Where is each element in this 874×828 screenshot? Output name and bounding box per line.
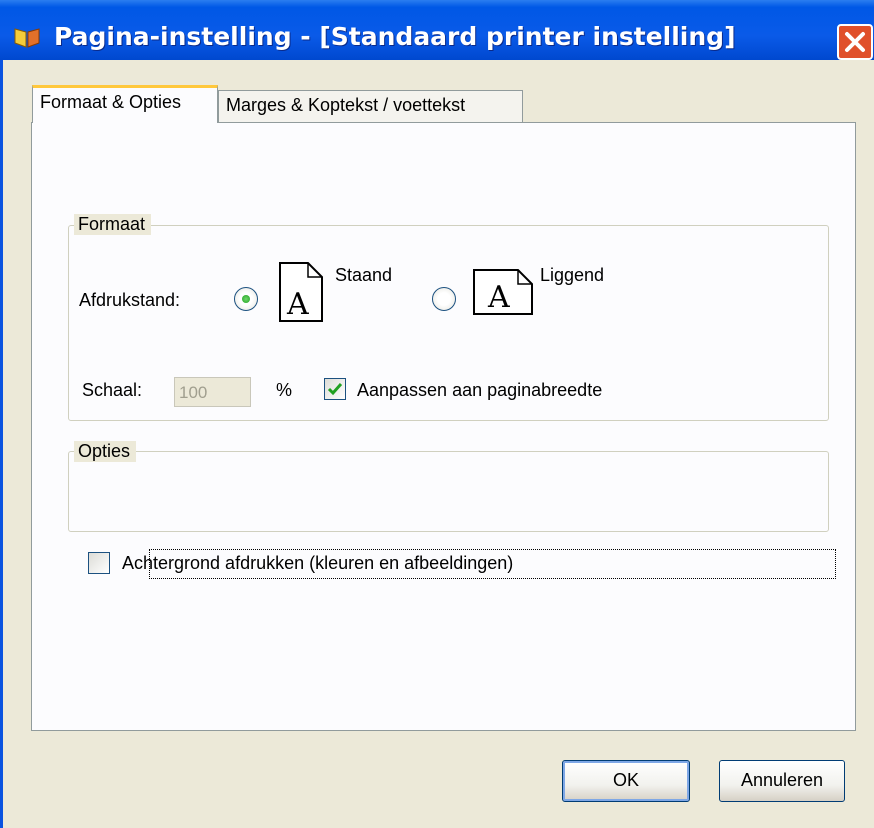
scale-input[interactable]: 100	[174, 377, 251, 407]
fit-width-checkbox[interactable]	[324, 378, 346, 400]
portrait-radio[interactable]	[234, 287, 258, 311]
checkmark-icon	[327, 383, 343, 396]
tab-formaat-opties[interactable]: Formaat & Opties	[32, 85, 218, 123]
scale-label: Schaal:	[82, 380, 143, 400]
tab-marges-koptekst[interactable]: Marges & Koptekst / voettekst	[218, 90, 523, 122]
landscape-page-icon: A	[473, 269, 533, 315]
landscape-radio[interactable]	[432, 287, 456, 311]
radio-selected-dot	[242, 295, 250, 303]
app-shield-icon	[14, 28, 40, 48]
close-icon	[845, 32, 865, 52]
print-background-label[interactable]: Achtergrond afdrukken (kleuren en afbeel…	[122, 553, 513, 574]
tab-panel: Formaat Afdrukstand: A Staand A Liggend …	[31, 122, 856, 731]
opties-group	[68, 451, 829, 532]
cancel-button[interactable]: Annuleren	[719, 760, 845, 802]
fit-width-label[interactable]: Aanpassen aan paginabreedte	[357, 380, 602, 401]
print-background-checkbox[interactable]	[88, 552, 110, 574]
svg-text:A: A	[487, 280, 510, 315]
ok-button[interactable]: OK	[562, 760, 690, 802]
formaat-legend: Formaat	[74, 214, 152, 235]
title-bar[interactable]: Pagina-instelling - [Standaard printer i…	[0, 0, 874, 60]
opties-legend: Opties	[74, 441, 137, 462]
percent-sign: %	[276, 380, 293, 400]
close-button[interactable]	[837, 24, 873, 60]
dialog-client-area: Formaat & Opties Marges & Koptekst / voe…	[3, 60, 874, 828]
window-title: Pagina-instelling - [Standaard printer i…	[54, 22, 736, 51]
portrait-label[interactable]: Staand	[335, 265, 392, 286]
landscape-label[interactable]: Liggend	[540, 265, 604, 286]
orientation-label: Afdrukstand:	[79, 290, 181, 310]
svg-text:A: A	[286, 287, 309, 322]
page-setup-dialog: Pagina-instelling - [Standaard printer i…	[0, 0, 874, 828]
portrait-page-icon: A	[279, 262, 323, 322]
